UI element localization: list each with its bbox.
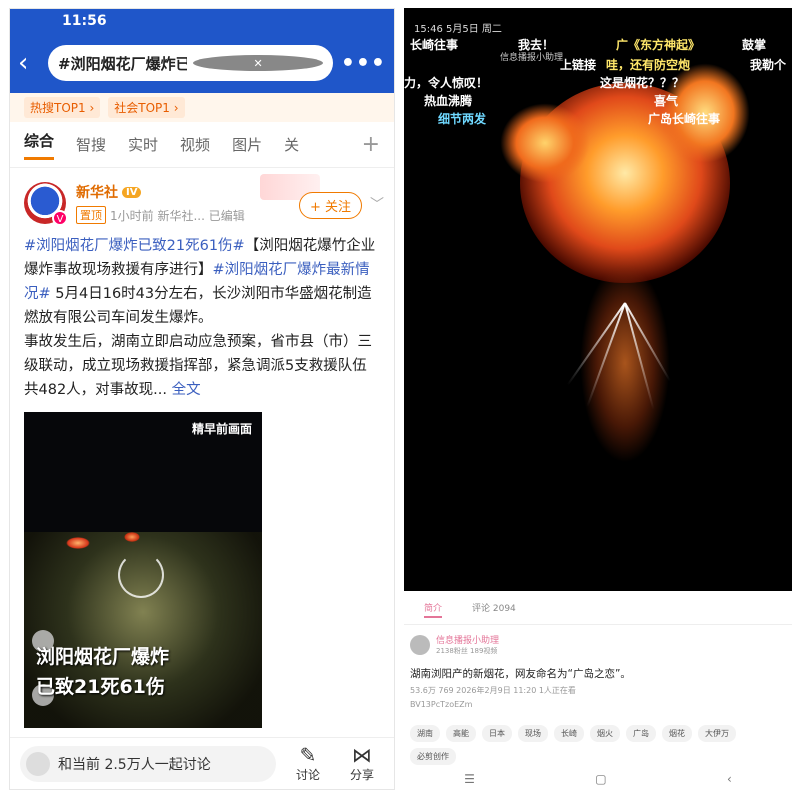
full-text-link[interactable]: 全文 bbox=[172, 382, 201, 398]
tab-related[interactable]: 关 bbox=[284, 134, 299, 155]
post-header: V 新华社 IV 置顶 1小时前 新华社... 已编辑 + 关注 ﹀ bbox=[24, 174, 384, 226]
chevron-down-icon[interactable]: ﹀ bbox=[370, 194, 384, 214]
search-query: #浏阳烟花厂爆炸已致21死61伤 bbox=[58, 54, 187, 73]
video-info-panel: 简介 评论 2094 信息播报小助理 2138粉丝 189视频 湖南浏阳产的新烟… bbox=[404, 591, 792, 790]
hot-tag-society[interactable]: 社会TOP1 › bbox=[108, 97, 185, 118]
discuss-label: 和当前 2.5万人一起讨论 bbox=[58, 756, 211, 773]
danmaku-comment: 力，令人惊叹！ bbox=[404, 76, 489, 90]
hot-tags: 热搜TOP1 › 社会TOP1 › bbox=[10, 93, 394, 122]
home-icon[interactable]: ▢ bbox=[595, 772, 606, 786]
back-arrow-icon[interactable]: ‹ bbox=[18, 48, 40, 78]
danmaku-comment: 上链接 bbox=[560, 58, 597, 72]
danmaku-comment: 鼓掌 bbox=[742, 38, 767, 52]
danmaku-comment: 热血沸腾 bbox=[424, 94, 473, 108]
video-caption: 浏阳烟花厂爆炸 已致21死61伤 bbox=[36, 642, 169, 702]
post-text: 5月4日16时43分左右，长沙浏阳市华盛烟花制造燃放有限公司车间发生爆炸。 bbox=[24, 286, 372, 326]
tag-chip[interactable]: 大伊万 bbox=[698, 725, 736, 742]
menu-icon[interactable]: ☰ bbox=[464, 772, 475, 786]
fire-glow bbox=[124, 532, 140, 542]
danmaku-comment: 广《东方神起》 bbox=[616, 38, 701, 52]
loading-spinner-icon bbox=[118, 552, 164, 598]
edit-icon: ✎ bbox=[299, 743, 317, 767]
danmaku-comment: 喜气 bbox=[654, 94, 679, 108]
tab-smart[interactable]: 智搜 bbox=[76, 134, 106, 155]
uploader-avatar[interactable] bbox=[410, 634, 430, 655]
share-label: 分享 bbox=[349, 768, 374, 782]
back-icon[interactable]: ‹ bbox=[727, 772, 732, 786]
search-tabs: 综合 智搜 实时 视频 图片 关 + bbox=[10, 122, 394, 168]
video-title: 湖南浏阳产的新烟花，网友命名为“广岛之恋”。 bbox=[410, 668, 631, 680]
weibo-screenshot: 11:56 5G 97 ‹ #浏阳烟花厂爆炸已致21死61伤 ✕ ••• 热搜T… bbox=[9, 8, 395, 790]
author-name-row: 新华社 IV bbox=[76, 182, 245, 202]
comment-label: 讨论 bbox=[295, 768, 320, 782]
video-badge: 精早前画面 bbox=[191, 422, 252, 436]
status-bar: 11:56 5G 97 bbox=[10, 9, 394, 33]
tag-chip[interactable]: 湖南 bbox=[410, 725, 440, 742]
tag-chip[interactable]: 现场 bbox=[518, 725, 548, 742]
add-tab-icon[interactable]: + bbox=[362, 132, 380, 157]
danmaku-comment: 我勒个 bbox=[750, 58, 787, 72]
uploader-block: 信息播报小助理 2138粉丝 189视频 bbox=[436, 633, 499, 656]
danmaku-comment: 这是烟花？？？ bbox=[600, 76, 685, 90]
video-bv-id: BV13PcTzoEZm bbox=[410, 700, 473, 709]
uploader-name[interactable]: 信息播报小助理 bbox=[436, 633, 499, 646]
user-avatar bbox=[26, 751, 50, 776]
uploader-stats: 2138粉丝 189视频 bbox=[436, 647, 498, 655]
hashtag-link[interactable]: #浏阳烟花厂爆炸已致21死61伤# bbox=[24, 238, 245, 254]
tag-chip[interactable]: 高能 bbox=[446, 725, 476, 742]
danmaku-comment: 哇，还有防空炮 bbox=[606, 58, 691, 72]
comment-button[interactable]: ✎ 讨论 bbox=[286, 744, 330, 783]
collage-canvas: 11:56 5G 97 ‹ #浏阳烟花厂爆炸已致21死61伤 ✕ ••• 热搜T… bbox=[0, 0, 800, 800]
tab-comprehensive[interactable]: 综合 bbox=[24, 130, 55, 160]
explosion-image bbox=[500, 63, 750, 513]
post-body: #浏阳烟花厂爆炸已致21死61伤#【浏阳烟花爆竹企业爆炸事故现场救援有序进行】#… bbox=[24, 234, 380, 402]
caption-line: 浏阳烟花厂爆炸 bbox=[36, 646, 170, 668]
tag-chip[interactable]: 烟火 bbox=[590, 725, 620, 742]
danmaku-comment: 信息播报小助理 bbox=[500, 53, 564, 63]
uploader-row: 信息播报小助理 2138粉丝 189视频 bbox=[404, 625, 792, 664]
level-badge: IV bbox=[122, 186, 142, 198]
search-bar: ‹ #浏阳烟花厂爆炸已致21死61伤 ✕ ••• bbox=[10, 33, 394, 93]
tag-chip[interactable]: 日本 bbox=[482, 725, 512, 742]
more-icon[interactable]: ••• bbox=[341, 51, 386, 76]
follow-button[interactable]: + 关注 bbox=[298, 192, 362, 219]
discuss-input[interactable]: 和当前 2.5万人一起讨论 bbox=[20, 745, 276, 782]
danmaku-comment: 细节两发 bbox=[438, 112, 487, 126]
status-time: 15:46 5月5日 周二 bbox=[414, 24, 502, 35]
video-tags: 湖南 高能 日本 现场 长崎 烟火 广岛 烟花 大伊万 必剪创作 bbox=[404, 711, 792, 765]
tag-chip[interactable]: 烟花 bbox=[662, 725, 692, 742]
danmaku-comment: 长崎往事 bbox=[410, 38, 459, 52]
tab-images[interactable]: 图片 bbox=[232, 134, 262, 155]
tag-chip[interactable]: 必剪创作 bbox=[410, 748, 456, 765]
hot-tag-search[interactable]: 热搜TOP1 › bbox=[24, 97, 101, 118]
post-meta: 1小时前 新华社... 已编辑 bbox=[110, 208, 245, 223]
verified-icon: V bbox=[52, 210, 68, 226]
bottom-bar: 和当前 2.5万人一起讨论 ✎ 讨论 ⋈ 分享 bbox=[10, 737, 394, 789]
clear-icon[interactable]: ✕ bbox=[193, 55, 323, 71]
share-button[interactable]: ⋈ 分享 bbox=[340, 744, 384, 783]
post-card: V 新华社 IV 置顶 1小时前 新华社... 已编辑 + 关注 ﹀ #浏阳烟花… bbox=[10, 168, 394, 728]
tab-video[interactable]: 视频 bbox=[180, 134, 210, 155]
post-meta-row: 置顶 1小时前 新华社... 已编辑 bbox=[76, 206, 245, 224]
danmaku-comment: 广岛长崎往事 bbox=[648, 112, 721, 126]
tab-intro[interactable]: 简介 bbox=[424, 601, 443, 618]
video-screenshot: 15:46 5月5日 周二 长崎往事 我去！ 信息播报小助理 广《东方神起》 鼓… bbox=[404, 8, 792, 790]
pinned-badge: 置顶 bbox=[76, 206, 106, 224]
video-thumbnail[interactable]: 精早前画面 浏阳烟花厂爆炸 已致21死61伤 bbox=[24, 412, 262, 728]
author-name[interactable]: 新华社 bbox=[76, 182, 118, 202]
tab-comments[interactable]: 评论 2094 bbox=[472, 601, 516, 618]
share-icon: ⋈ bbox=[352, 743, 372, 767]
video-meta: 53.6万 769 2026年2月9日 11:20 1人正在看 bbox=[410, 686, 576, 695]
tag-chip[interactable]: 广岛 bbox=[626, 725, 656, 742]
author-block: 新华社 IV 置顶 1小时前 新华社... 已编辑 bbox=[76, 182, 245, 224]
info-tabs: 简介 评论 2094 bbox=[404, 591, 792, 625]
avatar[interactable]: V bbox=[24, 182, 68, 226]
fire-glow bbox=[66, 537, 90, 549]
system-nav-bar: ☰ ▢ ‹ bbox=[404, 772, 792, 786]
tag-chip[interactable]: 长崎 bbox=[554, 725, 584, 742]
caption-line: 已致21死61伤 bbox=[36, 676, 165, 698]
search-input[interactable]: #浏阳烟花厂爆炸已致21死61伤 ✕ bbox=[48, 45, 333, 81]
status-time: 11:56 bbox=[62, 13, 107, 29]
tab-realtime[interactable]: 实时 bbox=[128, 134, 158, 155]
